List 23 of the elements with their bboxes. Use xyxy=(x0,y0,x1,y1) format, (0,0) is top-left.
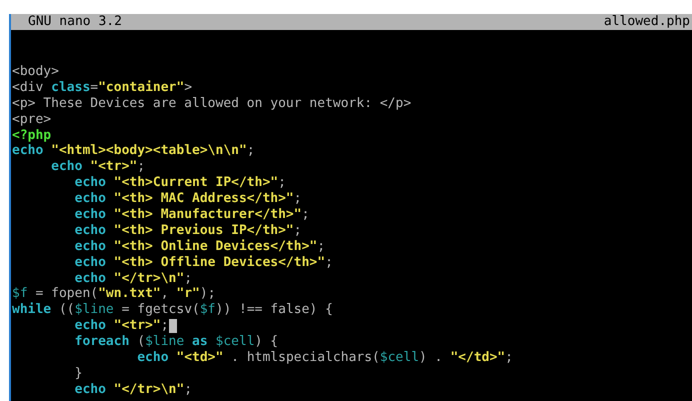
code-line: echo "<th> MAC Address</th>"; xyxy=(74,191,302,208)
code-line: echo "<th> Manufacturer</th>"; xyxy=(74,207,310,223)
code-line: echo "<tr>"; xyxy=(74,318,169,334)
app-title: GNU nano 3.2 xyxy=(28,14,122,30)
code-line: echo "<html><body><table>\n\n"; xyxy=(12,143,255,160)
code-line: foreach ($line as $cell) { xyxy=(74,334,278,350)
code-line: echo "<td>" . htmlspecialchars($cell) . "</td>"; xyxy=(136,350,513,366)
code-line: echo "<th> Online Devices</th>"; xyxy=(74,238,326,255)
code-line: } xyxy=(74,366,82,382)
code-line: <p> These Devices are allowed on your network: </p> xyxy=(12,96,412,112)
code-line: echo "<tr>"; xyxy=(50,159,146,176)
code-line: <?php xyxy=(12,128,52,144)
code-line: echo "<th>Current IP</th>"; xyxy=(74,175,286,192)
code-line: while (($line = fgetcsv($f)) !== false) { xyxy=(12,302,333,318)
code-line: echo "</tr>\n"; xyxy=(74,382,192,398)
code-line: <body> xyxy=(12,64,59,80)
code-line: <div class="container"> xyxy=(12,80,192,96)
file-name: allowed.php xyxy=(604,14,690,30)
code-line: <pre> xyxy=(12,112,52,128)
code-line: echo "<th> Offline Devices</th>"; xyxy=(74,254,333,271)
code-line: $f = fopen("wn.txt", "r"); xyxy=(12,286,216,302)
code-line: echo "<th> Previous IP</th>"; xyxy=(74,222,302,239)
code-line: echo "</tr>\n"; xyxy=(74,270,192,286)
